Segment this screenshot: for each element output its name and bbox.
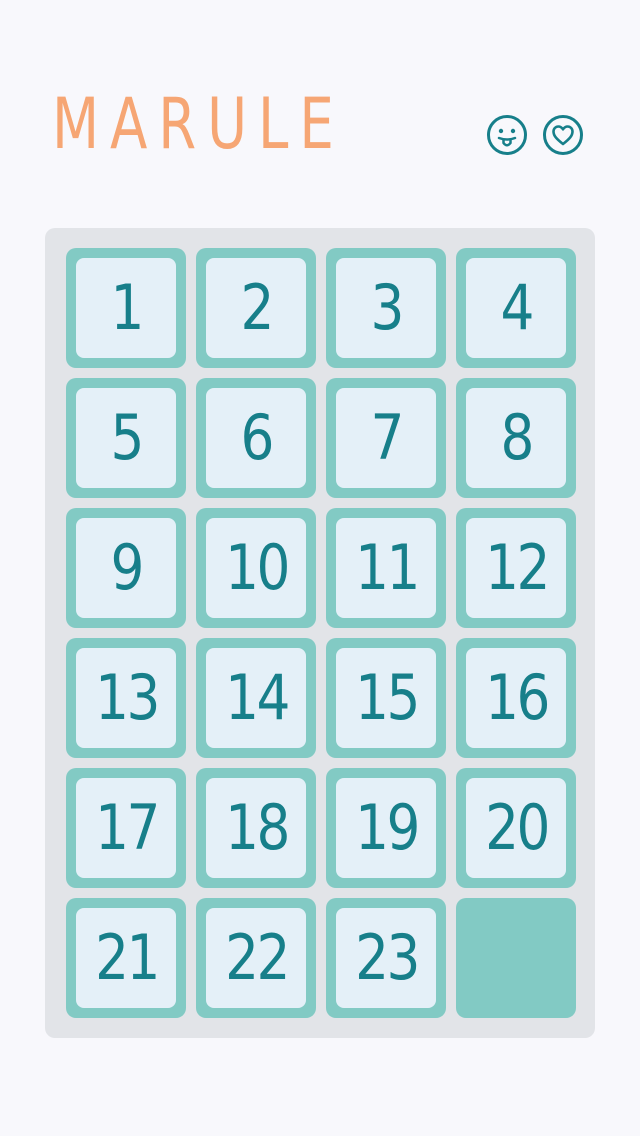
tile-face: 14 — [206, 648, 306, 748]
tile-face: 10 — [206, 518, 306, 618]
tile-face: 8 — [466, 388, 566, 488]
tile-face: 16 — [466, 648, 566, 748]
tile-face: 18 — [206, 778, 306, 878]
tile-number: 4 — [500, 271, 534, 344]
tile-22[interactable]: 22 — [196, 898, 316, 1018]
tile-face: 5 — [76, 388, 176, 488]
tile-face: 20 — [466, 778, 566, 878]
tile-11[interactable]: 11 — [326, 508, 446, 628]
tile-23[interactable]: 23 — [326, 898, 446, 1018]
tile-number: 13 — [94, 661, 160, 734]
tile-5[interactable]: 5 — [66, 378, 186, 498]
tile-number: 9 — [110, 531, 144, 604]
tile-7[interactable]: 7 — [326, 378, 446, 498]
tile-face: 7 — [336, 388, 436, 488]
tile-2[interactable]: 2 — [196, 248, 316, 368]
tile-number: 5 — [110, 401, 144, 474]
tile-15[interactable]: 15 — [326, 638, 446, 758]
tile-number: 1 — [110, 271, 144, 344]
tile-18[interactable]: 18 — [196, 768, 316, 888]
tile-10[interactable]: 10 — [196, 508, 316, 628]
tile-face: 3 — [336, 258, 436, 358]
tile-number: 11 — [354, 531, 420, 604]
tile-number: 6 — [240, 401, 274, 474]
tile-number: 18 — [224, 791, 290, 864]
tile-face: 23 — [336, 908, 436, 1008]
tile-face: 21 — [76, 908, 176, 1008]
tile-number: 12 — [484, 531, 550, 604]
tile-number: 20 — [484, 791, 550, 864]
smiley-tongue-icon[interactable] — [486, 114, 528, 156]
tile-number: 3 — [370, 271, 404, 344]
tile-9[interactable]: 9 — [66, 508, 186, 628]
tile-3[interactable]: 3 — [326, 248, 446, 368]
tile-face: 6 — [206, 388, 306, 488]
tile-4[interactable]: 4 — [456, 248, 576, 368]
tile-face: 22 — [206, 908, 306, 1008]
tile-face: 1 — [76, 258, 176, 358]
tile-face: 19 — [336, 778, 436, 878]
tile-number: 8 — [500, 401, 534, 474]
heart-icon[interactable] — [542, 114, 584, 156]
tile-16[interactable]: 16 — [456, 638, 576, 758]
tile-face: 12 — [466, 518, 566, 618]
tile-face: 2 — [206, 258, 306, 358]
tile-number: 15 — [354, 661, 420, 734]
tile-number: 14 — [224, 661, 290, 734]
tile-face: 9 — [76, 518, 176, 618]
tile-number: 21 — [94, 921, 160, 994]
tile-number: 19 — [354, 791, 420, 864]
tile-21[interactable]: 21 — [66, 898, 186, 1018]
tile-1[interactable]: 1 — [66, 248, 186, 368]
tile-14[interactable]: 14 — [196, 638, 316, 758]
tile-number: 23 — [354, 921, 420, 994]
tile-number: 7 — [370, 401, 404, 474]
tile-number: 16 — [484, 661, 550, 734]
tile-8[interactable]: 8 — [456, 378, 576, 498]
tile-17[interactable]: 17 — [66, 768, 186, 888]
tile-20[interactable]: 20 — [456, 768, 576, 888]
tile-face: 13 — [76, 648, 176, 748]
tile-12[interactable]: 12 — [456, 508, 576, 628]
tile-face: 17 — [76, 778, 176, 878]
empty-slot[interactable] — [456, 898, 576, 1018]
tile-number: 17 — [94, 791, 160, 864]
tile-6[interactable]: 6 — [196, 378, 316, 498]
tile-number: 10 — [224, 531, 290, 604]
tile-number: 22 — [224, 921, 290, 994]
tile-face: 15 — [336, 648, 436, 748]
game-title: MARULE — [52, 83, 345, 165]
tile-face: 4 — [466, 258, 566, 358]
tile-number: 2 — [240, 271, 274, 344]
tile-19[interactable]: 19 — [326, 768, 446, 888]
tile-face: 11 — [336, 518, 436, 618]
tile-13[interactable]: 13 — [66, 638, 186, 758]
